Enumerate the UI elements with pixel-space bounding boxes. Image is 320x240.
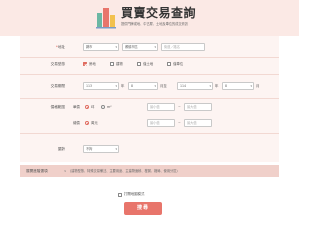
total-price-max-input[interactable]: 最大值 [184, 119, 212, 127]
unit-price-label: 單價 [73, 105, 80, 109]
map-mode-label: 打開地圖模式 [124, 192, 145, 196]
advanced-options-label: 展開進階選項 [26, 169, 48, 173]
to-year-select[interactable]: 114 ▾ [177, 82, 213, 90]
chevron-down-icon: ▾ [209, 84, 211, 88]
month-unit: 月 [256, 84, 260, 88]
road-input[interactable]: 街道／路名 [161, 43, 205, 51]
search-button[interactable]: 搜尋 [124, 202, 162, 215]
chevron-down-icon: ▾ [115, 84, 117, 88]
chevron-down-icon: ∨ [64, 169, 67, 173]
trade-type-house-land-checkbox[interactable] [83, 62, 87, 66]
chevron-down-icon: ▾ [154, 84, 156, 88]
year-unit: 年 [121, 84, 125, 88]
range-separator: ~ [178, 105, 181, 109]
chevron-down-icon: ▾ [115, 45, 117, 49]
advanced-options-toggle[interactable]: 展開進階選項 ∨ (建物型態、特殊交易備註、主要用途、主建物面積、樓層、格局、使… [20, 165, 279, 177]
range-separator: ~ [178, 121, 181, 125]
unit-ping-radio[interactable] [85, 105, 89, 109]
row-divider [20, 133, 279, 134]
total-wan-label: 萬元 [91, 121, 98, 125]
chevron-down-icon: ▾ [115, 147, 117, 151]
trade-type-option-label: 僅車位 [173, 62, 184, 66]
search-form [20, 36, 279, 162]
total-wan-radio[interactable] [85, 121, 89, 125]
trade-type-building-checkbox[interactable] [110, 62, 114, 66]
from-month-select[interactable]: 8 ▾ [128, 82, 158, 90]
advanced-options-description: (建物型態、特殊交易備註、主要用途、主建物面積、樓層、格局、使用分區) [70, 169, 178, 173]
address-label: *地址 [56, 45, 65, 49]
total-price-label: 總價 [73, 121, 80, 125]
unit-sqm-label: m² [107, 105, 112, 109]
page-title: 買賣交易查詢 [121, 6, 197, 20]
page-header: 買賣交易查詢 提供門牌或地、中古屋、土地及車位的成交資訊 [0, 0, 299, 36]
trade-type-option-label: 僅土地 [143, 62, 154, 66]
from-year-select[interactable]: 113 ▾ [83, 82, 119, 90]
chevron-down-icon: ▾ [154, 45, 156, 49]
house-age-select[interactable]: 不拘 ▾ [83, 145, 119, 153]
unit-price-min-input[interactable]: 最小值 [147, 103, 175, 111]
city-select[interactable]: 縣市 ▾ [83, 43, 119, 51]
chevron-down-icon: ▾ [250, 84, 252, 88]
period-label: 交易期間 [50, 84, 65, 88]
house-age-label: 屋齡 [57, 147, 65, 151]
trade-type-option-label: 房地 [89, 62, 96, 66]
unit-ping-label: 坪 [91, 105, 95, 109]
trade-type-option-label: 建物 [116, 62, 123, 66]
to-month-select[interactable]: 8 ▾ [222, 82, 254, 90]
row-divider [20, 98, 279, 99]
trade-type-land-only-checkbox[interactable] [137, 62, 141, 66]
page-subtitle: 提供門牌或地、中古屋、土地及車位的成交資訊 [121, 22, 188, 26]
city-buildings-icon [96, 8, 116, 29]
row-divider [20, 57, 279, 58]
total-price-min-input[interactable]: 最小值 [147, 119, 175, 127]
row-divider [20, 74, 279, 75]
trade-type-parking-only-checkbox[interactable] [167, 62, 171, 66]
unit-price-max-input[interactable]: 最大值 [184, 103, 212, 111]
trade-type-label: 交易型態 [50, 62, 65, 66]
district-select[interactable]: 鄉鎮市區 ▾ [122, 43, 158, 51]
price-label: 價格範圍 [50, 105, 65, 109]
map-mode-checkbox[interactable] [118, 192, 122, 197]
year-unit: 年 [215, 84, 219, 88]
month-to-unit: 月至 [160, 84, 167, 88]
unit-sqm-radio[interactable] [101, 105, 105, 109]
